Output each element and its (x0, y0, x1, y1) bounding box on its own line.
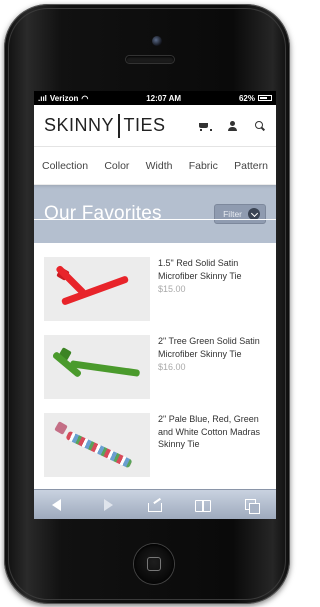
product-name[interactable]: 2" Tree Green Solid Satin Microfiber Ski… (158, 335, 266, 360)
product-image[interactable] (44, 413, 150, 477)
search-icon[interactable] (254, 120, 266, 132)
signal-icon: .ııl (38, 93, 47, 103)
carrier-label: Verizon (49, 93, 79, 103)
phone-screen: .ııl Verizon ◠ 12:07 AM 62% SKINNY TIES … (34, 91, 276, 519)
tie-knot-shape (54, 421, 68, 435)
status-right: 62% (239, 94, 272, 103)
nav-item-collection[interactable]: Collection (42, 160, 88, 172)
product-price: $15.00 (158, 284, 186, 294)
product-name[interactable]: 1.5" Red Solid Satin Microfiber Skinny T… (158, 257, 266, 282)
battery-icon (257, 95, 272, 101)
product-image[interactable] (44, 257, 150, 321)
product-name[interactable]: 2" Pale Blue, Red, Green and White Cotto… (158, 413, 266, 451)
wifi-icon: ◠ (81, 93, 89, 103)
list-item[interactable]: 2" Tree Green Solid Satin Microfiber Ski… (44, 335, 266, 403)
nav-item-color[interactable]: Color (104, 160, 129, 172)
nav-item-width[interactable]: Width (146, 160, 173, 172)
site-logo[interactable]: SKINNY TIES (44, 113, 166, 138)
user-icon[interactable] (226, 120, 238, 132)
product-info: 2" Pale Blue, Red, Green and White Cotto… (150, 413, 266, 481)
list-item[interactable]: 1.5" Red Solid Satin Microfiber Skinny T… (44, 257, 266, 325)
earpiece-speaker (126, 56, 174, 63)
logo-text-left: SKINNY (44, 115, 115, 135)
battery-percent: 62% (238, 93, 255, 103)
browser-toolbar (34, 489, 276, 519)
tie-tail-shape (55, 264, 87, 297)
product-info: 2" Tree Green Solid Satin Microfiber Ski… (150, 335, 266, 403)
product-info: 1.5" Red Solid Satin Microfiber Skinny T… (150, 257, 266, 325)
back-icon[interactable] (49, 498, 67, 512)
logo-text-right: TIES (123, 115, 166, 135)
front-camera (152, 36, 162, 46)
madras-tie-image (65, 430, 133, 469)
site-header: SKINNY TIES (34, 105, 276, 147)
cart-icon[interactable] (198, 120, 212, 132)
status-bar: .ııl Verizon ◠ 12:07 AM 62% (34, 91, 276, 105)
forward-icon[interactable] (98, 498, 116, 512)
home-button[interactable] (134, 544, 174, 584)
divider-line (34, 219, 276, 220)
bookmarks-icon[interactable] (194, 498, 212, 512)
banner-title: Our Favorites (44, 203, 162, 224)
filter-button[interactable]: Filter (214, 204, 266, 224)
status-time: 12:07 AM (146, 93, 182, 103)
nav-item-pattern[interactable]: Pattern (234, 160, 268, 172)
home-square-icon (147, 557, 161, 571)
favorites-banner: Our Favorites Filter (34, 185, 276, 243)
nav-item-fabric[interactable]: Fabric (189, 160, 218, 172)
filter-label: Filter (223, 209, 242, 219)
logo-divider (118, 113, 120, 138)
product-image[interactable] (44, 335, 150, 399)
header-icons (198, 120, 266, 132)
list-item[interactable]: 2" Pale Blue, Red, Green and White Cotto… (44, 413, 266, 481)
status-left: .ııl Verizon ◠ (38, 94, 88, 103)
product-price: $16.00 (158, 362, 186, 372)
category-nav: Collection Color Width Fabric Pattern (34, 147, 276, 185)
share-icon[interactable] (146, 498, 164, 512)
product-list: 1.5" Red Solid Satin Microfiber Skinny T… (34, 243, 276, 481)
tabs-icon[interactable] (243, 498, 261, 514)
